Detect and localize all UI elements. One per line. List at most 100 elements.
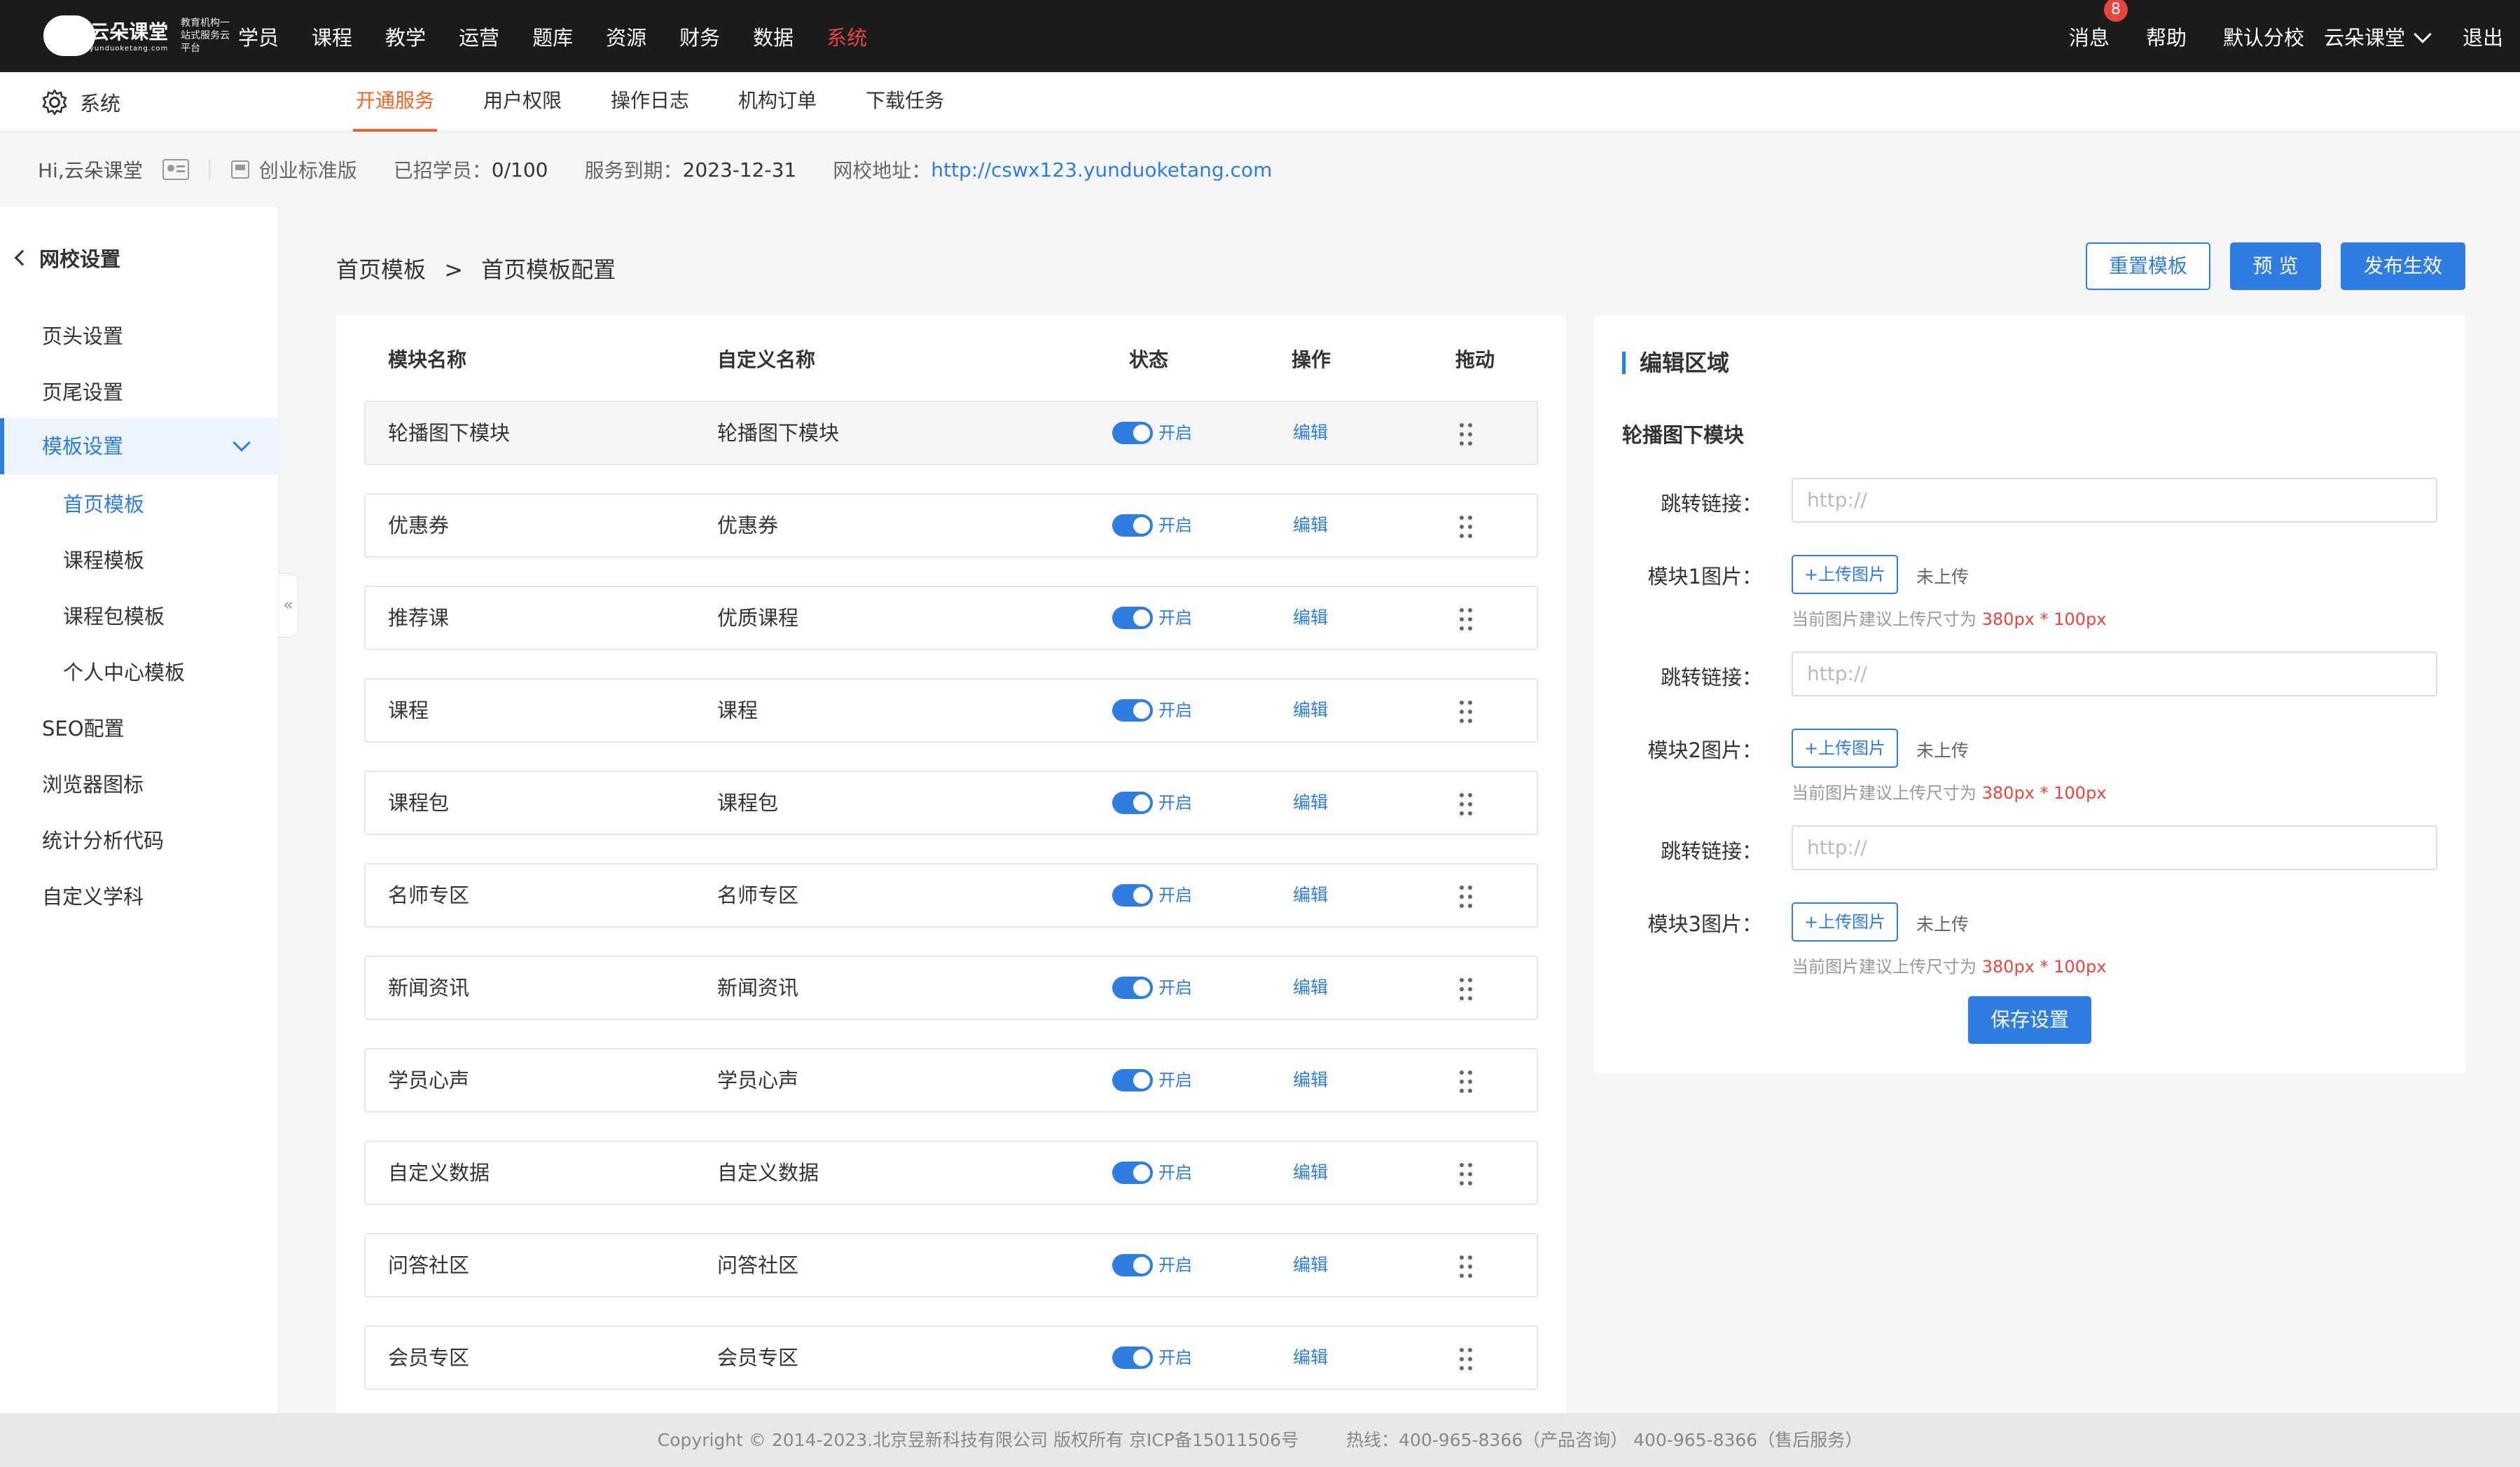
status-on-label: 开启 xyxy=(1158,1163,1192,1183)
module-name: 学员心声 xyxy=(388,1068,470,1092)
sidebar-back[interactable]: 网校设置 xyxy=(14,243,120,273)
system-title-text: 系统 xyxy=(80,91,121,116)
branch-selector[interactable]: 默认分校 xyxy=(2223,22,2304,51)
link-input-2[interactable]: http:// xyxy=(1792,652,2437,696)
sidebar-item-analytics-code[interactable]: 统计分析代码 xyxy=(42,825,164,854)
collapse-sidebar-icon[interactable]: « xyxy=(279,573,298,638)
status-toggle[interactable] xyxy=(1112,514,1153,537)
table-row[interactable]: 推荐课 优质课程 开启 编辑 xyxy=(364,586,1538,650)
status-toggle[interactable] xyxy=(1112,422,1153,444)
preview-button[interactable]: 预 览 xyxy=(2230,242,2321,290)
table-row[interactable]: 名师专区 名师专区 开启 编辑 xyxy=(364,863,1538,928)
edit-link[interactable]: 编辑 xyxy=(1293,865,1328,926)
table-row[interactable]: 问答社区 问答社区 开启 编辑 xyxy=(364,1233,1538,1297)
chevron-down-icon xyxy=(2414,25,2432,43)
module-name: 课程包 xyxy=(388,791,450,815)
drag-handle-icon[interactable] xyxy=(1458,699,1475,724)
sidebar-sub-home-template[interactable]: 首页模板 xyxy=(63,488,144,518)
logout-link[interactable]: 退出 xyxy=(2463,22,2503,51)
upload-image-button-3[interactable]: +上传图片 xyxy=(1792,902,1898,942)
table-row[interactable]: 学员心声 学员心声 开启 编辑 xyxy=(364,1048,1538,1113)
edit-link[interactable]: 编辑 xyxy=(1293,680,1328,741)
nav-item-system[interactable]: 系统 xyxy=(826,22,867,51)
status-toggle[interactable] xyxy=(1112,607,1153,629)
edit-link[interactable]: 编辑 xyxy=(1293,1049,1328,1111)
nav-item-teaching[interactable]: 教学 xyxy=(385,22,426,51)
sidebar-sub-course-template[interactable]: 课程模板 xyxy=(63,544,144,574)
sidebar-item-header-settings[interactable]: 页头设置 xyxy=(42,320,123,350)
drag-handle-icon[interactable] xyxy=(1458,1254,1475,1279)
sidebar-sub-package-template[interactable]: 课程包模板 xyxy=(63,600,165,630)
logo[interactable]: 云朵课堂 yunduoketang.com 教育机构一站式服务云平台 xyxy=(43,13,237,59)
tab-open-service[interactable]: 开通服务 xyxy=(352,72,438,132)
edition-label: 创业标准版 xyxy=(258,159,357,182)
upload-image-button-2[interactable]: +上传图片 xyxy=(1792,729,1898,768)
status-toggle[interactable] xyxy=(1112,1069,1153,1091)
sidebar-item-seo[interactable]: SEO配置 xyxy=(42,712,125,742)
table-row[interactable]: 会员专区 会员专区 开启 编辑 xyxy=(364,1325,1538,1390)
custom-name: 问答社区 xyxy=(717,1253,799,1277)
drag-handle-icon[interactable] xyxy=(1458,1069,1475,1094)
status-toggle[interactable] xyxy=(1112,1347,1153,1369)
status-toggle[interactable] xyxy=(1112,699,1153,722)
sidebar-item-favicon[interactable]: 浏览器图标 xyxy=(42,769,144,798)
table-row[interactable]: 轮播图下模块 轮播图下模块 开启 编辑 xyxy=(364,401,1538,465)
publish-button[interactable]: 发布生效 xyxy=(2341,242,2465,290)
status-toggle[interactable] xyxy=(1112,884,1153,907)
drag-handle-icon[interactable] xyxy=(1458,607,1475,632)
id-card-icon[interactable] xyxy=(162,159,189,180)
help-link[interactable]: 帮助 xyxy=(2146,22,2187,51)
tab-operation-log[interactable]: 操作日志 xyxy=(611,72,689,132)
table-row[interactable]: 优惠券 优惠券 开启 编辑 xyxy=(364,493,1538,558)
user-menu[interactable]: 云朵课堂 xyxy=(2324,22,2432,51)
status-toggle[interactable] xyxy=(1112,1254,1153,1276)
nav-item-operations[interactable]: 运营 xyxy=(459,22,499,51)
nav-item-data[interactable]: 数据 xyxy=(753,22,794,51)
sidebar-item-template-settings[interactable]: 模板设置 xyxy=(0,418,279,474)
drag-handle-icon[interactable] xyxy=(1458,514,1475,539)
tab-user-permissions[interactable]: 用户权限 xyxy=(483,72,562,132)
table-row[interactable]: 课程 课程 开启 编辑 xyxy=(364,678,1538,743)
status-toggle[interactable] xyxy=(1112,1162,1153,1184)
edit-link[interactable]: 编辑 xyxy=(1293,772,1328,834)
link-input-1[interactable]: http:// xyxy=(1792,478,2437,523)
edit-link[interactable]: 编辑 xyxy=(1293,1142,1328,1204)
upload-image-button-1[interactable]: +上传图片 xyxy=(1792,555,1898,594)
drag-handle-icon[interactable] xyxy=(1458,884,1475,909)
nav-item-finance[interactable]: 财务 xyxy=(679,22,720,51)
nav-item-students[interactable]: 学员 xyxy=(238,22,279,51)
edit-link[interactable]: 编辑 xyxy=(1293,1327,1328,1389)
table-row[interactable]: 课程包 课程包 开启 编辑 xyxy=(364,771,1538,835)
edit-link[interactable]: 编辑 xyxy=(1293,1234,1328,1296)
site-url-link[interactable]: http://cswx123.yunduoketang.com xyxy=(931,158,1272,181)
nav-item-question-bank[interactable]: 题库 xyxy=(532,22,573,51)
table-row[interactable]: 自定义数据 自定义数据 开启 编辑 xyxy=(364,1141,1538,1205)
size-hint-3: 当前图片建议上传尺寸为 380px * 100px xyxy=(1792,953,2106,977)
table-row[interactable]: 新闻资讯 新闻资讯 开启 编辑 xyxy=(364,956,1538,1020)
drag-handle-icon[interactable] xyxy=(1458,792,1475,817)
link-input-3[interactable]: http:// xyxy=(1792,825,2437,870)
drag-handle-icon[interactable] xyxy=(1458,422,1475,447)
edit-link[interactable]: 编辑 xyxy=(1293,587,1328,649)
sidebar-sub-profile-template[interactable]: 个人中心模板 xyxy=(63,656,185,686)
status-toggle[interactable] xyxy=(1112,977,1153,999)
sidebar-item-custom-subjects[interactable]: 自定义学科 xyxy=(42,881,144,910)
status-toggle[interactable] xyxy=(1112,792,1153,814)
drag-handle-icon[interactable] xyxy=(1458,1162,1475,1187)
drag-handle-icon[interactable] xyxy=(1458,977,1475,1002)
save-settings-button[interactable]: 保存设置 xyxy=(1968,996,2091,1044)
nav-item-courses[interactable]: 课程 xyxy=(312,22,352,51)
sidebar-item-footer-settings[interactable]: 页尾设置 xyxy=(42,376,123,406)
system-title: 系统 xyxy=(41,72,120,132)
tab-download-tasks[interactable]: 下载任务 xyxy=(866,72,944,132)
reset-template-button[interactable]: 重置模板 xyxy=(2086,242,2210,290)
messages-link[interactable]: 消息 8 xyxy=(2069,0,2128,51)
edit-link[interactable]: 编辑 xyxy=(1293,957,1328,1019)
edit-link[interactable]: 编辑 xyxy=(1293,402,1328,464)
tab-org-orders[interactable]: 机构订单 xyxy=(738,72,817,132)
nav-item-resources[interactable]: 资源 xyxy=(606,22,646,51)
breadcrumb-parent[interactable]: 首页模板 xyxy=(336,256,426,283)
edit-link[interactable]: 编辑 xyxy=(1293,495,1328,556)
image-label-3: 模块3图片： xyxy=(1647,912,1762,936)
drag-handle-icon[interactable] xyxy=(1458,1347,1475,1372)
